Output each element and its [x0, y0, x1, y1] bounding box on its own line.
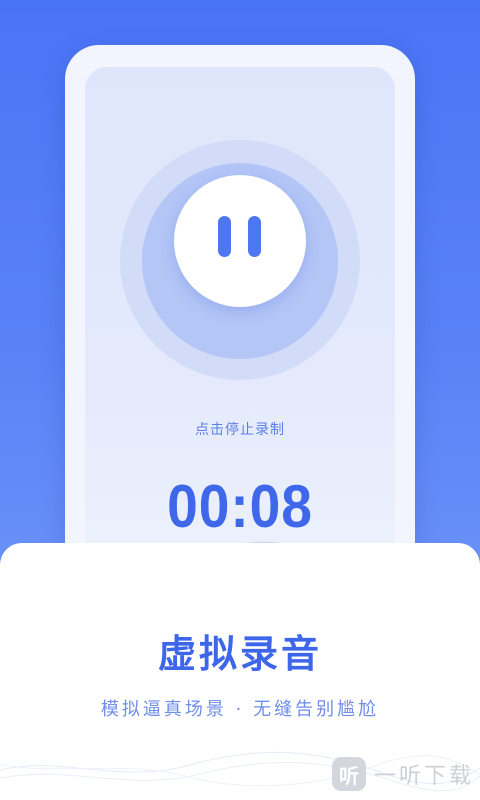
phone-screen: 点击停止录制 00:08 [85, 67, 395, 587]
stop-recording-hint: 点击停止录制 [195, 422, 285, 438]
watermark-text: 一听下载 [373, 764, 474, 789]
feature-card: 虚拟录音 模拟逼真场景 · 无缝告别尴尬 听 一听下载 [0, 543, 480, 800]
app-screen: 点击停止录制 00:08 虚拟录音 模拟逼真场景 · 无缝告别尴尬 听 一听下载 [0, 0, 480, 800]
watermark-logo-icon: 听 [331, 757, 366, 791]
feature-subtitle: 模拟逼真场景 · 无缝告别尴尬 [100, 699, 380, 720]
feature-title: 虚拟录音 [157, 632, 322, 676]
pause-icon [218, 216, 231, 257]
watermark: 听 一听下载 [331, 756, 474, 792]
phone-mockup: 点击停止录制 00:08 [65, 45, 415, 605]
pause-button[interactable] [174, 175, 306, 307]
pause-icon-bar [248, 216, 261, 257]
